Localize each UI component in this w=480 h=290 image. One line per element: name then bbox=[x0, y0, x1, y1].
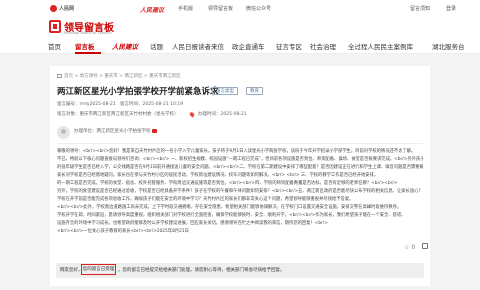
nav-active-underline bbox=[75, 52, 101, 54]
people-logo-icon bbox=[50, 5, 57, 12]
breadcrumb: 首页 > 地方领导 > 重庆市 > 两江新区 > 重庆市两江新区 bbox=[57, 73, 181, 79]
logo-icon[interactable] bbox=[49, 20, 61, 33]
top-bar: 人民网 人民建议 手机版 领导留言板 微信公众号 留言须知 登录 bbox=[0, 0, 480, 18]
nav-enterprise[interactable]: 政企直通车 bbox=[232, 41, 265, 51]
star-icon: ☆ bbox=[404, 244, 410, 251]
main-nav: 首页 留言板 人民建议 话题 人民日报读者来信 政企直通车 征言专区 社会治理 … bbox=[0, 38, 480, 54]
breadcrumb-home[interactable]: 首页 bbox=[64, 74, 73, 79]
login-link[interactable]: 登录 bbox=[446, 5, 456, 12]
nav-hubei[interactable]: 湖北服务台 bbox=[432, 41, 465, 51]
breadcrumb-item[interactable]: 地方领导 bbox=[80, 74, 98, 79]
breadcrumb-item[interactable]: 两江新区 bbox=[124, 74, 142, 79]
jianyan-link[interactable]: 人民建议 bbox=[140, 5, 164, 14]
message-target: 留言对象：重庆市两江新区两江新区天竹村村委（星光学校） bbox=[57, 112, 179, 117]
handling-unit: 办理单位：两江新区星光小学拍张学校 bbox=[74, 128, 157, 134]
home-icon bbox=[57, 73, 62, 78]
verified-badge-icon bbox=[151, 128, 157, 133]
message-date: 2025-08-21 bbox=[142, 102, 169, 107]
share-icon[interactable] bbox=[422, 243, 428, 249]
divider bbox=[57, 143, 423, 144]
favorite-button[interactable]: ☆ 0 bbox=[404, 244, 415, 251]
breadcrumb-item[interactable]: 重庆市 bbox=[104, 74, 118, 79]
nav-governance[interactable]: 社会治理 bbox=[310, 41, 336, 51]
breadcrumb-item[interactable]: 重庆市两江新区 bbox=[149, 74, 181, 79]
type-tag: 留言类型 bbox=[212, 87, 238, 95]
follow-link[interactable]: 微信公众号 bbox=[246, 5, 271, 12]
logo-subtitle: Message Board for Leaders bbox=[64, 31, 112, 35]
message-time: 10:19 bbox=[170, 102, 184, 107]
category-tag: 教育 bbox=[246, 87, 263, 95]
status-badge: 您的留言已受理 bbox=[81, 264, 116, 275]
message-title: 两江新区星光小学拍張学校开学前紧急诉求 bbox=[57, 87, 219, 97]
message-meta: 留言编号：rmly2025-08-21 留言时间：2025-08-21 10:1… bbox=[57, 102, 184, 107]
mobile-link[interactable]: 手机版 bbox=[178, 5, 193, 12]
nav-message-board[interactable]: 留言板 bbox=[75, 41, 95, 51]
nav-readers-letters[interactable]: 人民日报读者来信 bbox=[172, 41, 224, 51]
nav-suggestion[interactable]: 人民建议 bbox=[112, 41, 138, 51]
handle-date: 办理时间：2025-08-21 bbox=[198, 112, 247, 117]
reply-text: ，您的留言已经提交给相关部门处理，请您耐心等待，相关部门将会尽快给予回复。 bbox=[118, 268, 285, 273]
message-body: 尊敬的领导：<br/><br/>您好！我是来自天竹村片区的一名小学入学儿童家长，… bbox=[57, 149, 423, 234]
unit-avatar-icon bbox=[57, 126, 70, 139]
nav-topics[interactable]: 话题 bbox=[150, 41, 163, 51]
nav-solicitation[interactable]: 征言专区 bbox=[276, 41, 302, 51]
reply-prefix: 网友您好， bbox=[60, 268, 83, 273]
favorite-count: 0 bbox=[411, 244, 416, 251]
help-link[interactable]: 留言须知 bbox=[410, 5, 430, 12]
nav-home[interactable]: 首页 bbox=[48, 41, 61, 51]
people-logo[interactable]: 人民网 bbox=[50, 5, 74, 12]
app-link[interactable]: 领导留言板 bbox=[208, 5, 233, 12]
message-id: rmly2025-08-21 bbox=[79, 102, 116, 107]
nav-democracy[interactable]: 全过程人民民主案例库 bbox=[348, 41, 413, 51]
